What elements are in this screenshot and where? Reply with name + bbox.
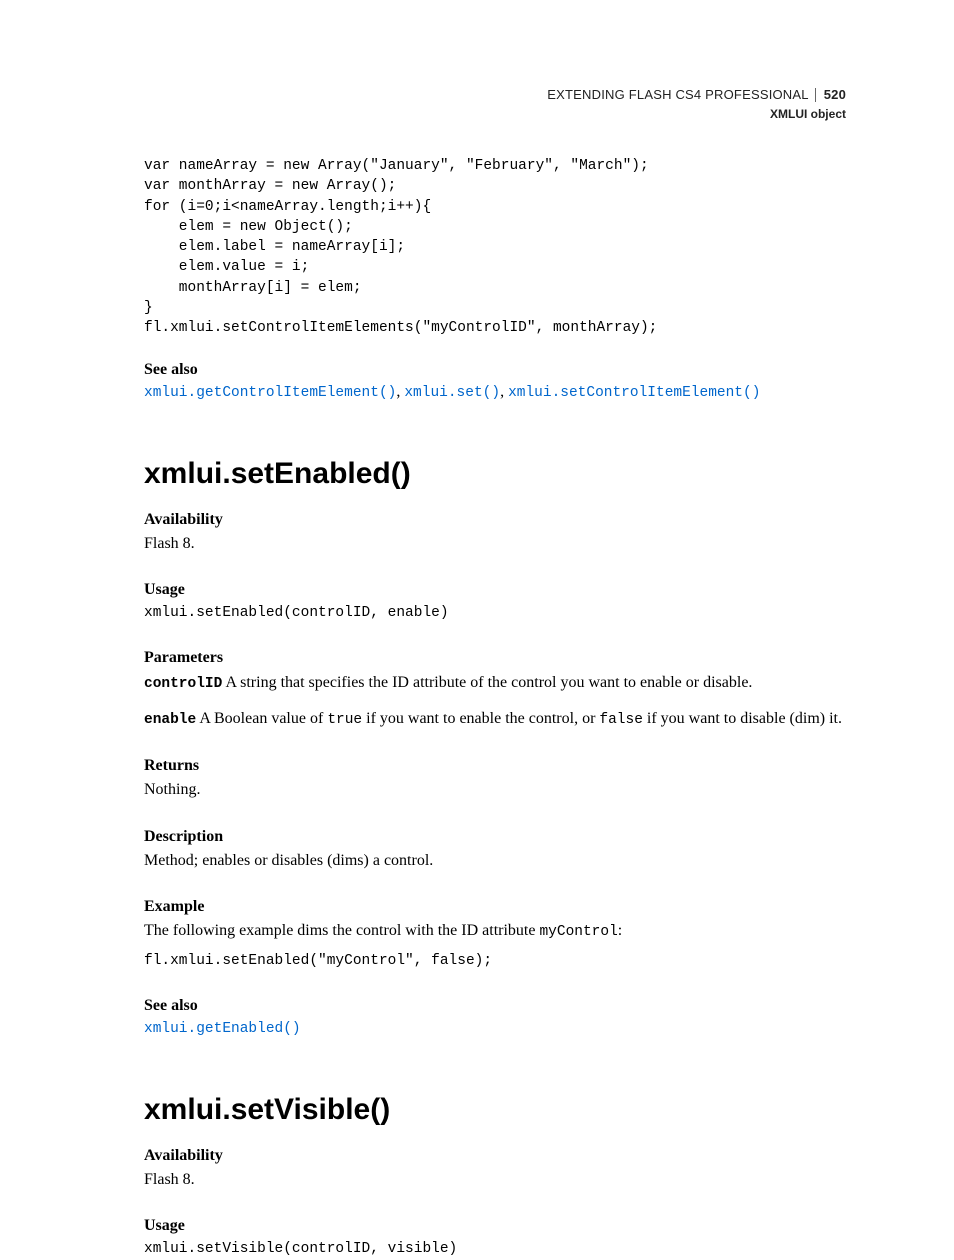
header-section: XMLUI object bbox=[547, 106, 846, 122]
page: EXTENDING FLASH CS4 PROFESSIONAL 520 XMLU… bbox=[0, 0, 954, 1235]
link-setControlItemElement[interactable]: xmlui.setControlItemElement() bbox=[508, 385, 760, 401]
param-enable-post: if you want to disable (dim) it. bbox=[643, 710, 842, 727]
availability-label-2: Availability bbox=[144, 1147, 846, 1165]
see-also-links-1: xmlui.getControlItemElement(), xmlui.set… bbox=[144, 383, 846, 401]
page-number: 520 bbox=[815, 88, 846, 102]
example-intro-pre: The following example dims the control w… bbox=[144, 922, 539, 939]
param-desc-controlID: A string that specifies the ID attribute… bbox=[222, 674, 752, 691]
param-name-enable: enable bbox=[144, 712, 196, 728]
param-enable: enable A Boolean value of true if you wa… bbox=[144, 707, 846, 731]
heading-setVisible: xmlui.setVisible() bbox=[144, 1093, 846, 1127]
link-getControlItemElement[interactable]: xmlui.getControlItemElement() bbox=[144, 385, 396, 401]
parameters-label: Parameters bbox=[144, 649, 846, 667]
usage-code-setVisible: xmlui.setVisible(controlID, visible) bbox=[144, 1239, 846, 1259]
code-true: true bbox=[327, 712, 362, 728]
example-intro-post: : bbox=[618, 922, 622, 939]
returns-text: Nothing. bbox=[144, 779, 846, 801]
example-intro-code: myControl bbox=[539, 924, 617, 940]
availability-text-2: Flash 8. bbox=[144, 1169, 846, 1191]
running-header: EXTENDING FLASH CS4 PROFESSIONAL 520 XMLU… bbox=[547, 86, 846, 122]
param-controlID: controlID A string that specifies the ID… bbox=[144, 671, 846, 695]
heading-setEnabled: xmlui.setEnabled() bbox=[144, 457, 846, 491]
header-title: EXTENDING FLASH CS4 PROFESSIONAL bbox=[547, 87, 808, 102]
returns-label: Returns bbox=[144, 757, 846, 775]
description-label: Description bbox=[144, 828, 846, 846]
usage-label: Usage bbox=[144, 581, 846, 599]
see-also-label-2: See also bbox=[144, 997, 846, 1015]
example-intro: The following example dims the control w… bbox=[144, 920, 846, 942]
description-text: Method; enables or disables (dims) a con… bbox=[144, 850, 846, 872]
example-code-setEnabled: fl.xmlui.setEnabled("myControl", false); bbox=[144, 951, 846, 971]
see-also-label: See also bbox=[144, 361, 846, 379]
usage-code-setEnabled: xmlui.setEnabled(controlID, enable) bbox=[144, 603, 846, 623]
usage-label-2: Usage bbox=[144, 1217, 846, 1235]
availability-text: Flash 8. bbox=[144, 533, 846, 555]
code-false: false bbox=[599, 712, 643, 728]
availability-label: Availability bbox=[144, 511, 846, 529]
header-line1: EXTENDING FLASH CS4 PROFESSIONAL 520 bbox=[547, 86, 846, 104]
param-enable-pre: A Boolean value of bbox=[196, 710, 327, 727]
param-enable-mid: if you want to enable the control, or bbox=[362, 710, 599, 727]
link-getEnabled[interactable]: xmlui.getEnabled() bbox=[144, 1021, 301, 1037]
separator: , bbox=[500, 383, 508, 400]
param-name-controlID: controlID bbox=[144, 676, 222, 692]
content-area: var nameArray = new Array("January", "Fe… bbox=[144, 86, 846, 1260]
code-block-1: var nameArray = new Array("January", "Fe… bbox=[144, 156, 846, 339]
link-set[interactable]: xmlui.set() bbox=[404, 385, 500, 401]
see-also-links-2: xmlui.getEnabled() bbox=[144, 1019, 846, 1037]
example-label: Example bbox=[144, 898, 846, 916]
